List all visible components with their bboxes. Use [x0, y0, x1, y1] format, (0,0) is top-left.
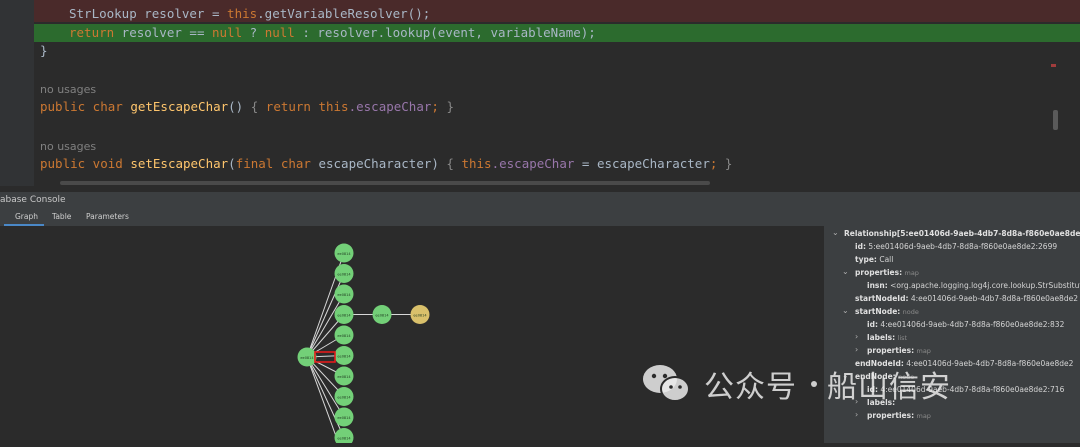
graph-node-label[interactable]: ee0814: [337, 396, 351, 400]
wechat-watermark: 公众号 船山信安: [640, 362, 951, 406]
start-node-labels-row[interactable]: labels: list: [867, 333, 907, 342]
watermark-account: 船山信安: [827, 370, 951, 405]
rel-type-row: type: Call: [855, 255, 894, 264]
tab-parameters[interactable]: Parameters: [86, 207, 129, 226]
graph-node-label[interactable]: ee0814: [300, 356, 314, 360]
rel-properties-row[interactable]: properties: map: [855, 268, 919, 277]
graph-canvas[interactable]: ee0814 ee0814 ee0814 ee0814 ee0814 ee0814 ee08…: [0, 226, 824, 447]
graph-node-label[interactable]: ee0814: [337, 273, 351, 277]
graph-node-label[interactable]: ee0814: [337, 416, 351, 420]
graph-view[interactable]: ee0814 ee0814 ee0814 ee0814 ee0814 ee0814 ee08…: [0, 226, 824, 447]
graph-node[interactable]: [334, 428, 354, 447]
expand-start-properties-icon[interactable]: ›: [855, 345, 858, 354]
expand-labels-icon[interactable]: ›: [855, 332, 858, 341]
collapse-properties-icon[interactable]: ⌄: [842, 267, 849, 276]
code-line-resolver: StrLookup resolver = this.getVariableRes…: [69, 6, 431, 21]
graph-node-label[interactable]: ee0814: [413, 314, 427, 318]
graph-node-label[interactable]: ee0814: [375, 314, 389, 318]
code-line-setter: public void setEscapeChar(final char esc…: [40, 156, 733, 171]
graph-node-label[interactable]: ee0814: [337, 252, 351, 256]
collapse-relationship-icon[interactable]: ⌄: [832, 228, 839, 237]
wechat-logo-icon: [643, 365, 690, 402]
expand-end-properties-icon[interactable]: ›: [855, 410, 858, 419]
vertical-scrollbar[interactable]: [1053, 110, 1058, 130]
code-close-brace: }: [40, 43, 48, 58]
start-node-row[interactable]: startNode: node: [855, 307, 919, 316]
graph-node-label[interactable]: ee0814: [337, 334, 351, 338]
error-marker[interactable]: [1051, 64, 1056, 67]
code-editor[interactable]: StrLookup resolver = this.getVariableRes…: [0, 0, 1080, 186]
graph-node-label[interactable]: ee0814: [337, 355, 351, 359]
rel-id-row: id: 5:ee01406d-9aeb-4db7-8d8a-f860e0ae8d…: [855, 242, 1058, 251]
graph-edge[interactable]: [306, 293, 345, 358]
code-line-return: return resolver == null ? null : resolve…: [69, 25, 596, 40]
relationship-header: Relationship[5:ee01406d-9aeb-4db7-8d8a-f…: [844, 229, 1080, 238]
start-node-properties-row[interactable]: properties: map: [867, 346, 931, 355]
end-node-properties-row[interactable]: properties: map: [867, 411, 931, 420]
graph-node-label[interactable]: ee0814: [337, 314, 351, 318]
database-console-header: abase Console: [0, 191, 1080, 208]
graph-node-label[interactable]: ee0814: [337, 293, 351, 297]
console-tab-bar: Graph Table Parameters: [0, 207, 1080, 226]
start-node-id-detail: id: 4:ee01406d-9aeb-4db7-8d8a-f860e0ae8d…: [867, 320, 1065, 329]
watermark-label: 公众号: [704, 370, 797, 405]
code-line-getter: public char getEscapeChar() { return thi…: [40, 99, 454, 114]
collapse-start-node-icon[interactable]: ⌄: [842, 306, 849, 315]
watermark-separator: [811, 381, 817, 387]
start-node-id-row: startNodeId: 4:ee01406d-9aeb-4db7-8d8a-f…: [855, 294, 1078, 303]
graph-node-label[interactable]: ee0814: [337, 437, 351, 441]
console-title: abase Console: [0, 195, 66, 205]
insn-row: insn: <org.apache.logging.log4j.core.loo…: [867, 281, 1080, 290]
graph-node-label[interactable]: ee0814: [337, 375, 351, 379]
editor-gutter: [0, 0, 34, 186]
properties-panel[interactable]: ⌄ Relationship[5:ee01406d-9aeb-4db7-8d8a…: [824, 226, 1080, 443]
horizontal-scrollbar[interactable]: [60, 181, 710, 185]
tab-table[interactable]: Table: [52, 207, 71, 226]
